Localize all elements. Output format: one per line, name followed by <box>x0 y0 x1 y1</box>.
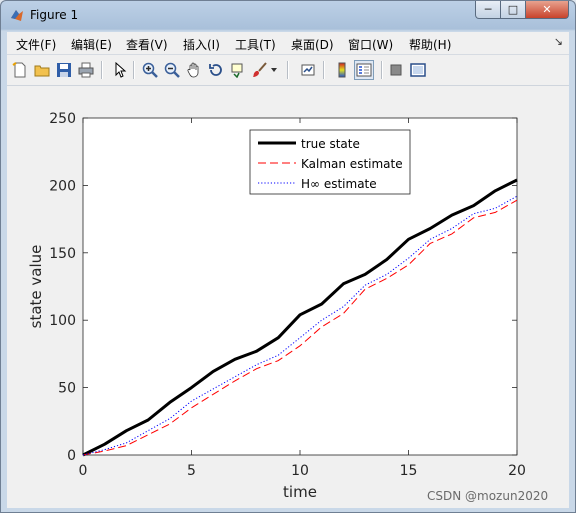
toolbar-separator <box>323 61 325 79</box>
legend[interactable]: true state Kalman estimate H∞ estimate <box>249 129 411 195</box>
x-tick-label: 15 <box>400 463 418 479</box>
menu-insert[interactable]: 插入(I) <box>183 36 220 53</box>
hide-plot-tools-icon[interactable] <box>387 61 405 79</box>
close-button[interactable]: ✕ <box>526 1 569 19</box>
title-bar[interactable]: Figure 1 ─ □ ✕ <box>1 1 575 31</box>
menu-file[interactable]: 文件(F) <box>16 36 56 53</box>
menu-bar: 文件(F) 编辑(E) 查看(V) 插入(I) 工具(T) 桌面(D) 窗口(W… <box>7 32 569 55</box>
legend-label-3: H∞ estimate <box>301 177 377 191</box>
toolbar-separator <box>101 61 103 79</box>
menu-view[interactable]: 查看(V) <box>126 36 168 53</box>
y-tick-label: 150 <box>49 246 76 262</box>
x-axis-label: time <box>283 483 317 501</box>
edit-plot-arrow-icon[interactable] <box>111 61 129 79</box>
menu-help[interactable]: 帮助(H) <box>409 36 451 53</box>
data-cursor-icon[interactable] <box>229 61 247 79</box>
zoom-in-icon[interactable] <box>141 61 159 79</box>
y-tick-label: 0 <box>67 448 76 464</box>
figure-canvas: 0 50 100 150 200 250 0 5 10 15 20 time state valu… <box>7 86 569 508</box>
new-figure-icon[interactable] <box>11 61 29 79</box>
zoom-out-icon[interactable] <box>163 61 181 79</box>
plot-area[interactable]: 0 50 100 150 200 250 0 5 10 15 20 time state valu… <box>7 86 569 508</box>
x-tick-label: 0 <box>79 463 88 479</box>
watermark: CSDN @mozun2020 <box>427 489 549 503</box>
print-icon[interactable] <box>77 61 95 79</box>
x-tick-label: 10 <box>291 463 309 479</box>
toolbar-separator <box>381 61 383 79</box>
window-title: Figure 1 <box>30 8 79 22</box>
menu-tools[interactable]: 工具(T) <box>235 36 276 53</box>
menu-window[interactable]: 窗口(W) <box>348 36 393 53</box>
pan-hand-icon[interactable] <box>185 61 203 79</box>
window-controls: ─ □ ✕ <box>475 1 569 21</box>
legend-icon[interactable] <box>354 60 374 80</box>
colorbar-icon[interactable] <box>333 61 351 79</box>
toolbar-separator <box>287 61 289 79</box>
menubar-overflow-arrow-icon[interactable]: ↘ <box>554 35 563 48</box>
figure-window: Figure 1 ─ □ ✕ 文件(F) 编辑(E) 查看(V) 插入(I) 工… <box>0 0 576 513</box>
y-tick-label: 250 <box>49 111 76 127</box>
x-tick-label: 20 <box>508 463 526 479</box>
open-file-icon[interactable] <box>33 61 51 79</box>
brush-icon[interactable] <box>251 61 269 79</box>
menu-edit[interactable]: 编辑(E) <box>71 36 112 53</box>
show-plot-tools-icon[interactable] <box>409 61 427 79</box>
save-icon[interactable] <box>55 61 73 79</box>
x-tick-label: 5 <box>187 463 196 479</box>
menu-desktop[interactable]: 桌面(D) <box>291 36 334 53</box>
minimize-button[interactable]: ─ <box>475 1 501 19</box>
y-axis-label: state value <box>27 245 45 329</box>
legend-label-2: Kalman estimate <box>301 157 403 171</box>
y-tick-label: 200 <box>49 178 76 194</box>
brush-dropdown-icon[interactable] <box>269 61 279 79</box>
maximize-button[interactable]: □ <box>501 1 526 19</box>
figure-toolbar <box>7 55 569 86</box>
matlab-app-icon <box>11 10 23 21</box>
y-tick-label: 100 <box>49 313 76 329</box>
toolbar-separator <box>133 61 135 79</box>
link-plot-icon[interactable] <box>299 61 317 79</box>
y-tick-label: 50 <box>58 381 76 397</box>
legend-label-1: true state <box>301 137 360 151</box>
rotate-3d-icon[interactable] <box>207 61 225 79</box>
